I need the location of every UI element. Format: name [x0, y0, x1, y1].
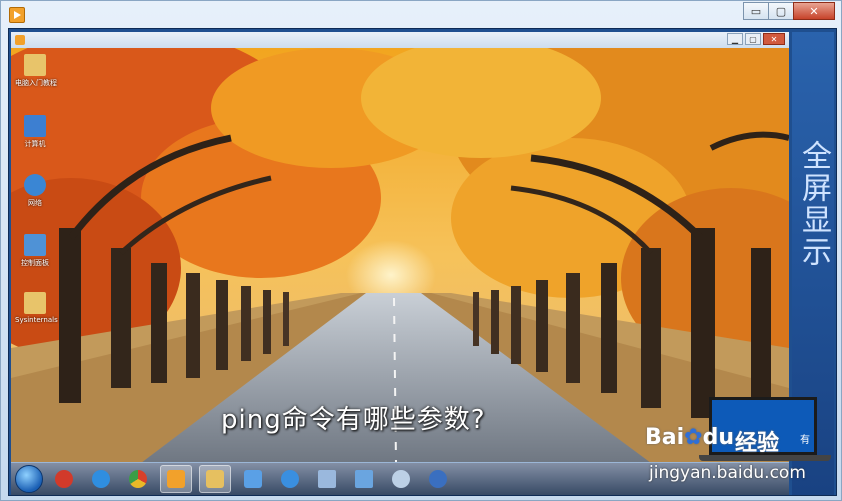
control-panel-icon	[24, 234, 46, 256]
desktop-icon-control-panel[interactable]: 控制面板	[15, 234, 55, 268]
network-tool-icon	[355, 470, 373, 488]
taskbar-explorer[interactable]	[199, 465, 231, 493]
explorer-icon	[206, 470, 224, 488]
watermark-url: jingyan.baidu.com	[649, 463, 806, 483]
baidu-jingyan-watermark: 有 Bai✿du 经验 jingyan.baidu.com	[641, 393, 841, 498]
network-icon	[24, 174, 46, 196]
player-window: ▭ ▢ ✕ ▁ ▢ ✕ 电脑入门教程 计算机 网络 控制面板 Sysintern…	[0, 0, 842, 501]
fullscreen-label: 全屏显示	[796, 140, 831, 268]
media-player-icon[interactable]	[9, 7, 25, 23]
inner-minimize-button[interactable]: ▁	[727, 33, 743, 45]
taskbar-chrome[interactable]	[123, 466, 153, 492]
window-controls: ▭ ▢ ✕	[743, 2, 835, 20]
taskbar-windows[interactable]	[238, 466, 268, 492]
inner-app-icon	[15, 35, 25, 45]
close-button[interactable]: ✕	[793, 2, 835, 20]
desktop-icon-network[interactable]: 网络	[15, 174, 55, 208]
taskbar-media-player[interactable]	[160, 465, 192, 493]
start-orb-icon[interactable]	[15, 465, 43, 493]
video-subtitle: ping命令有哪些参数?	[221, 405, 486, 435]
gear-icon	[392, 470, 410, 488]
desktop-icon-sysinternals[interactable]: Sysinternals	[15, 292, 58, 324]
minimize-button[interactable]: ▭	[743, 2, 769, 20]
taskbar-settings[interactable]	[386, 466, 416, 492]
windows-icon	[244, 470, 262, 488]
app-blue-icon	[429, 470, 447, 488]
ie-icon	[92, 470, 110, 488]
desktop-icon-computer[interactable]: 计算机	[15, 115, 55, 149]
taskbar-app-red[interactable]	[49, 466, 79, 492]
inner-window-controls: ▁ ▢ ✕	[727, 33, 785, 45]
chrome-icon	[129, 470, 147, 488]
folder-icon	[24, 292, 46, 314]
maximize-button[interactable]: ▢	[768, 2, 794, 20]
inner-maximize-button[interactable]: ▢	[745, 33, 761, 45]
folder-icon	[24, 54, 46, 76]
desktop-icon-tutorial-folder[interactable]: 电脑入门教程	[15, 54, 57, 88]
jingyan-label: 经验	[735, 431, 780, 456]
baidu-logo: Bai✿du	[645, 425, 735, 450]
app-red-icon	[55, 470, 73, 488]
document-icon	[318, 470, 336, 488]
taskbar-document[interactable]	[312, 466, 342, 492]
taskbar-app-blue[interactable]	[423, 466, 453, 492]
inner-close-button[interactable]: ✕	[763, 33, 785, 45]
inner-titlebar: ▁ ▢ ✕	[11, 32, 789, 48]
qq-icon	[281, 470, 299, 488]
taskbar-qq[interactable]	[275, 466, 305, 492]
computer-icon	[24, 115, 46, 137]
media-player-icon	[167, 470, 185, 488]
taskbar-ie[interactable]	[86, 466, 116, 492]
taskbar-network-tool[interactable]	[349, 466, 379, 492]
